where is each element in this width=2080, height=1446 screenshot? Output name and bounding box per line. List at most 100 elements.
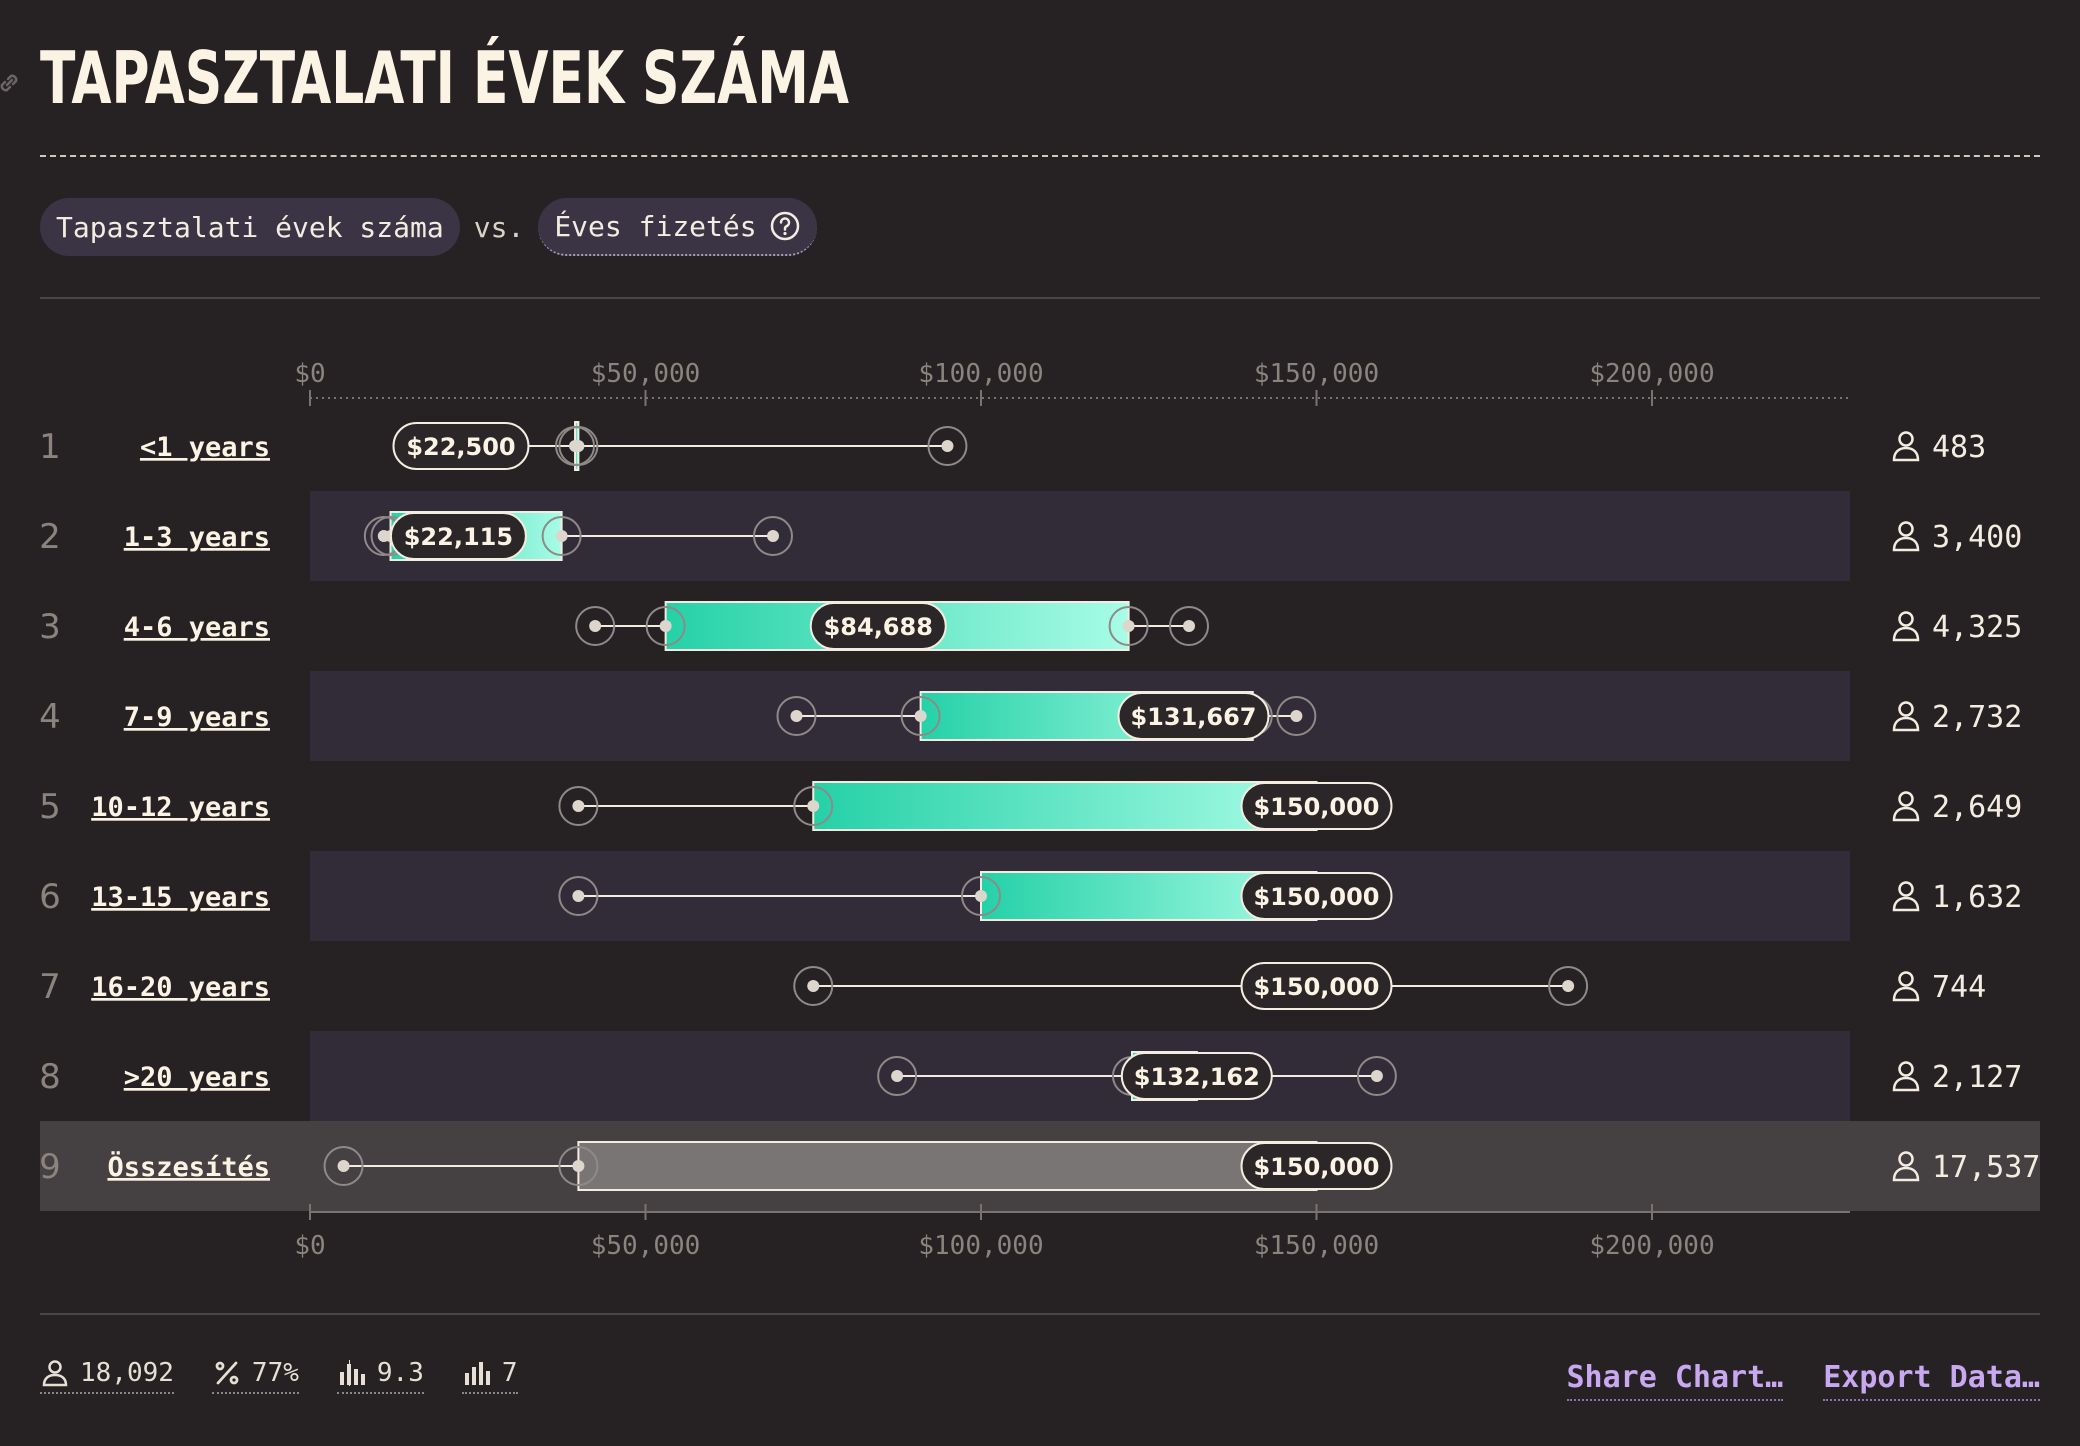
row-index: 7: [39, 967, 61, 1007]
whisker-cap-dot: [1290, 710, 1303, 722]
bottom-tick-label: $200,000: [1589, 1231, 1714, 1261]
person-icon: [1898, 701, 1914, 717]
box-plot-chart: 1 <1 years $22,500 4832 1-3 years $22,115 3,40…: [39, 359, 2040, 1261]
person-icon-body: [1892, 446, 1920, 462]
top-tick-label: $150,000: [1254, 359, 1379, 389]
person-icon: [1898, 431, 1914, 447]
median-label: $150,000: [1253, 793, 1379, 821]
percent-value: 77%: [251, 1358, 299, 1388]
whisker-cap-dot: [891, 1070, 904, 1082]
row-label: 7-9 years: [124, 702, 270, 733]
total-row-label: Összesítés: [107, 1150, 270, 1183]
row-label: 1-3 years: [124, 522, 270, 553]
row-count: 3,400: [1932, 520, 2022, 555]
whisker-cap-dot: [572, 890, 585, 902]
person-icon: [1898, 881, 1914, 897]
median-label: $22,115: [404, 523, 513, 551]
median-label: $150,000: [1253, 883, 1379, 911]
person-icon: [1898, 611, 1914, 627]
y-variable-label: Éves fizetés: [554, 209, 757, 243]
row-count: 2,732: [1932, 700, 2022, 735]
row-count: 744: [1932, 970, 1986, 1005]
person-icon-body: [1892, 716, 1920, 732]
whisker-cap-dot: [807, 800, 820, 812]
whisker-cap-dot: [572, 800, 585, 812]
row-label: >20 years: [124, 1062, 270, 1093]
whisker-cap-dot: [975, 890, 987, 902]
percent-stat[interactable]: 77%: [211, 1358, 299, 1394]
bins-value: 7: [501, 1358, 518, 1388]
title-divider: [40, 155, 2040, 157]
row-label: 10-12 years: [91, 792, 270, 823]
row-label: 4-6 years: [124, 612, 270, 643]
x-variable-pill[interactable]: Tapasztalati évek száma: [40, 198, 460, 256]
person-icon: [1898, 521, 1914, 537]
row-count: 17,537: [1932, 1150, 2040, 1185]
person-icon: [1898, 1061, 1914, 1077]
row-index: 6: [39, 877, 61, 917]
mean-stat[interactable]: 9.3: [336, 1358, 424, 1394]
median-label: $22,500: [406, 433, 515, 461]
person-icon-body: [1892, 626, 1920, 642]
footer-divider: [40, 1313, 2040, 1315]
y-variable-pill[interactable]: Éves fizetés: [538, 198, 817, 256]
respondents-value: 18,092: [80, 1358, 174, 1388]
whisker-cap-dot: [555, 530, 568, 542]
median-label: $150,000: [1253, 1153, 1379, 1181]
whisker-cap-dot: [766, 530, 779, 542]
whisker-cap-dot: [807, 980, 820, 992]
bottom-tick-label: $50,000: [591, 1231, 701, 1261]
row-index: 8: [39, 1057, 61, 1097]
person-icon-body: [1892, 986, 1920, 1002]
row-index: 5: [39, 787, 61, 827]
vs-label: vs.: [473, 210, 525, 244]
whisker-cap-dot: [790, 710, 803, 722]
row-index: 9: [39, 1147, 61, 1187]
bins-stat[interactable]: 7: [461, 1358, 518, 1394]
bar-chart-icon: [339, 1360, 365, 1386]
top-tick-label: $50,000: [591, 359, 701, 389]
whisker-cap-dot: [589, 620, 602, 632]
footer-actions: Share Chart… Export Data…: [1566, 1360, 2040, 1401]
whisker-cap-dot: [659, 620, 672, 632]
median-label: $131,667: [1130, 703, 1256, 731]
whisker-cap-dot: [1122, 620, 1135, 632]
whisker-cap-dot: [572, 1160, 585, 1172]
median-label: $150,000: [1253, 973, 1379, 1001]
person-icon-body: [1892, 536, 1920, 552]
page-title: TAPASZTALATI ÉVEK SZÁMA: [40, 36, 849, 120]
row-count: 4,325: [1932, 610, 2022, 645]
person-icon: [1898, 971, 1914, 987]
top-tick-label: $100,000: [918, 359, 1043, 389]
person-icon: [1898, 791, 1914, 807]
whisker-cap-dot: [1370, 1070, 1383, 1082]
whisker-cap-dot: [1562, 980, 1575, 992]
row-count: 2,649: [1932, 790, 2022, 825]
person-icon-body: [1892, 1076, 1920, 1092]
whisker-cap-dot: [914, 710, 927, 722]
median-label: $84,688: [824, 613, 933, 641]
row-label: <1 years: [140, 432, 270, 463]
respondents-stat[interactable]: 18,092: [40, 1358, 174, 1394]
help-circle-icon[interactable]: [769, 210, 801, 242]
person-icon-body: [1892, 896, 1920, 912]
row-index: 1: [39, 427, 61, 467]
row-count: 1,632: [1932, 880, 2022, 915]
export-data-button[interactable]: Export Data…: [1823, 1360, 2040, 1401]
top-tick-label: $0: [294, 359, 325, 389]
iqr-box: [577, 1141, 1318, 1191]
histogram-icon: [464, 1362, 490, 1385]
row-index: 4: [39, 697, 61, 737]
link-icon[interactable]: [0, 70, 22, 96]
whisker-cap-dot: [1183, 620, 1196, 632]
row-count: 2,127: [1932, 1060, 2022, 1095]
top-tick-label: $200,000: [1589, 359, 1714, 389]
whisker-cap-dot: [337, 1160, 350, 1172]
row-label: 13-15 years: [91, 882, 270, 913]
person-icon-body: [1892, 806, 1920, 822]
whisker-cap-dot: [572, 440, 585, 452]
footer-stats: 18,092 77% 9.3 7: [40, 1358, 518, 1394]
share-chart-button[interactable]: Share Chart…: [1566, 1360, 1784, 1401]
median-label: $132,162: [1134, 1063, 1260, 1091]
percent-icon: [215, 1361, 239, 1385]
